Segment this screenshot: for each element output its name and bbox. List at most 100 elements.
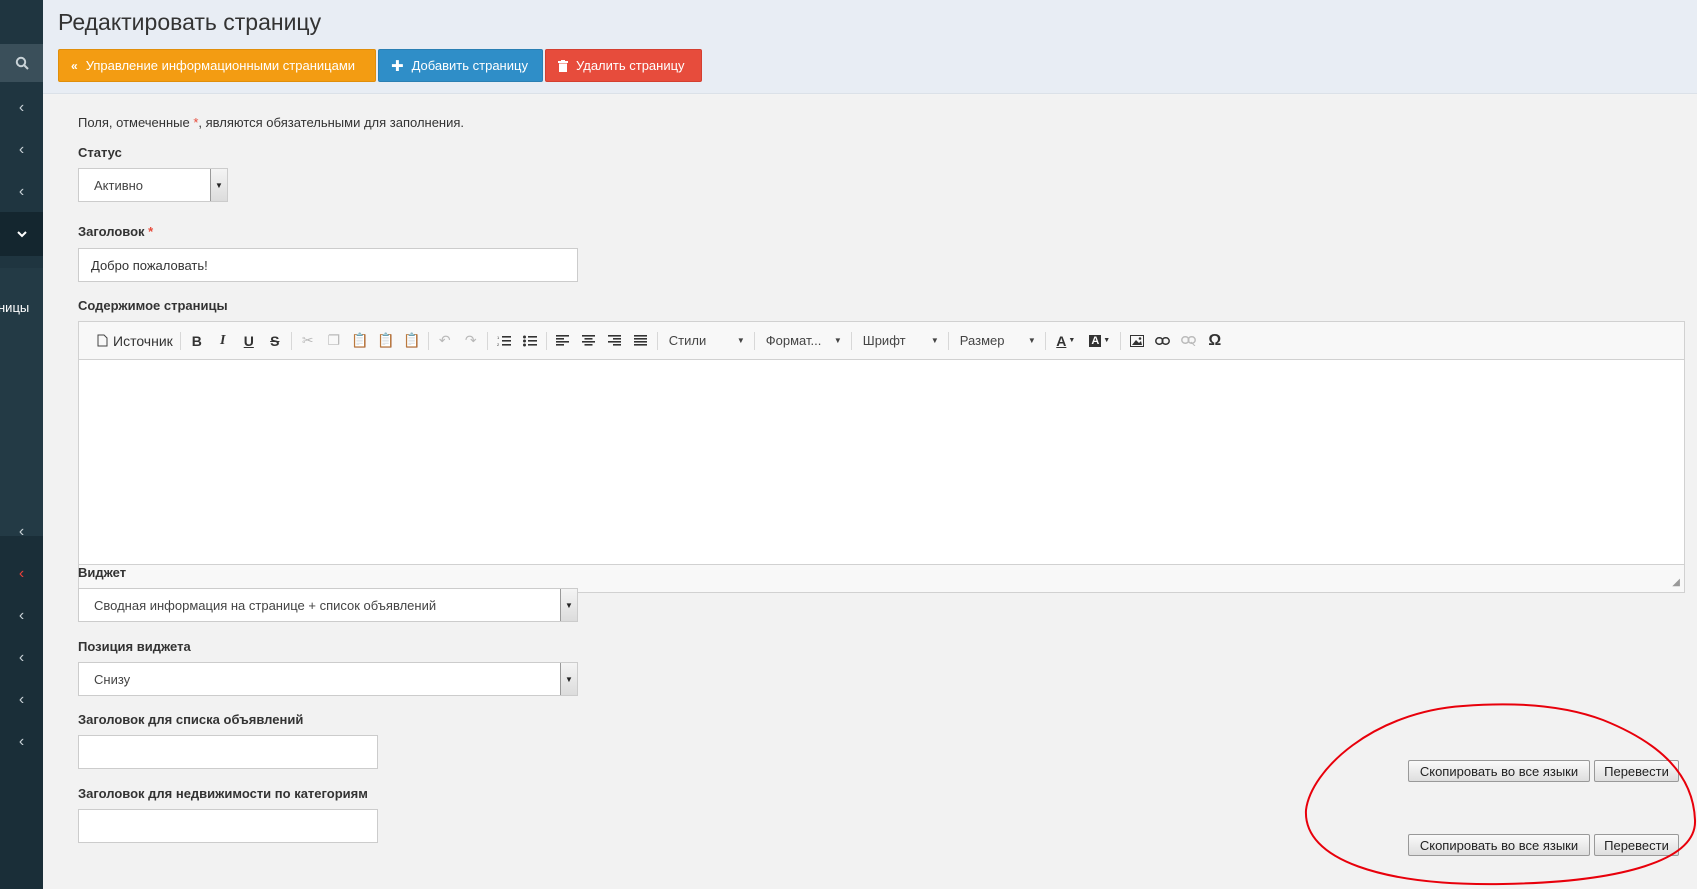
- toolbar-separator: [545, 331, 547, 350]
- paste-word-icon[interactable]: 📋: [399, 328, 425, 354]
- dropdown-arrow-icon: ▼: [560, 589, 577, 621]
- editor-toolbar: Источник B I U S ✂ ❐ 📋 📋 📋 ↶ ↷ 12 Стили …: [79, 322, 1684, 360]
- search-icon: [15, 56, 29, 70]
- redo-icon[interactable]: ↷: [458, 328, 484, 354]
- title-label: Заголовок *: [78, 224, 154, 239]
- sidebar-item[interactable]: ‹: [0, 510, 43, 554]
- link-icon[interactable]: [1150, 328, 1176, 354]
- trash-icon: [558, 59, 568, 72]
- align-center-icon[interactable]: [576, 328, 602, 354]
- sidebar-search-button[interactable]: [0, 44, 43, 82]
- status-select[interactable]: Активно ▼: [78, 168, 228, 202]
- text-color-icon[interactable]: A ▼: [1049, 328, 1083, 354]
- font-label: Шрифт: [862, 333, 906, 348]
- sidebar-item[interactable]: ‹: [0, 128, 43, 172]
- sidebar-item-pages-label[interactable]: ницы: [0, 300, 29, 315]
- paste-icon[interactable]: 📋: [347, 328, 373, 354]
- image-icon[interactable]: [1124, 328, 1150, 354]
- toolbar-separator: [1044, 331, 1046, 350]
- sidebar-item-active[interactable]: [0, 212, 43, 256]
- caret-down-icon: ▼: [1027, 336, 1036, 345]
- chevron-left-icon: ‹: [18, 649, 25, 666]
- unlink-icon[interactable]: [1176, 328, 1202, 354]
- chevron-left-icon: ‹: [18, 141, 25, 158]
- align-left-icon[interactable]: [550, 328, 576, 354]
- toolbar-separator: [753, 331, 755, 350]
- delete-page-label: Удалить страницу: [576, 58, 685, 73]
- size-dropdown[interactable]: Размер ▼: [952, 328, 1042, 354]
- special-char-icon[interactable]: Ω: [1202, 328, 1228, 354]
- widget-position-label: Позиция виджета: [78, 639, 191, 654]
- dropdown-arrow-icon: ▼: [560, 663, 577, 695]
- ads-list-title-input[interactable]: [78, 735, 378, 769]
- sidebar-item[interactable]: ‹: [0, 170, 43, 214]
- delete-page-button[interactable]: Удалить страницу: [545, 49, 702, 82]
- sidebar-item[interactable]: ‹: [0, 594, 43, 638]
- toolbar-separator: [179, 331, 181, 350]
- realty-title-label: Заголовок для недвижимости по категориям: [78, 786, 368, 801]
- bold-icon[interactable]: B: [184, 328, 210, 354]
- sidebar-item[interactable]: ‹: [0, 86, 43, 130]
- ads-list-title-label: Заголовок для списка объявлений: [78, 712, 304, 727]
- styles-dropdown[interactable]: Стили ▼: [661, 328, 751, 354]
- numbered-list-icon[interactable]: 12: [491, 328, 517, 354]
- underline-icon[interactable]: U: [236, 328, 262, 354]
- sidebar-item[interactable]: ‹: [0, 678, 43, 722]
- toolbar-separator: [290, 331, 292, 350]
- chevron-left-icon: ‹: [18, 99, 25, 116]
- chevron-left-icon: ‹: [18, 691, 25, 708]
- widget-label: Виджет: [78, 565, 127, 580]
- styles-label: Стили: [668, 333, 707, 348]
- copy-icon[interactable]: ❐: [321, 328, 347, 354]
- rich-text-editor: Источник B I U S ✂ ❐ 📋 📋 📋 ↶ ↷ 12 Стили …: [78, 321, 1685, 593]
- widget-select[interactable]: Сводная информация на странице + список …: [78, 588, 578, 622]
- toolbar-separator: [1119, 331, 1121, 350]
- paste-text-icon[interactable]: 📋: [373, 328, 399, 354]
- chevron-left-icon: ‹: [18, 523, 25, 540]
- widget-position-select[interactable]: Снизу ▼: [78, 662, 578, 696]
- cut-icon[interactable]: ✂: [295, 328, 321, 354]
- add-page-button[interactable]: ✚ Добавить страницу: [378, 49, 543, 82]
- sidebar-item[interactable]: ‹: [0, 636, 43, 680]
- svg-text:2: 2: [497, 342, 500, 347]
- bulleted-list-icon[interactable]: [517, 328, 543, 354]
- source-label: Источник: [113, 332, 173, 349]
- chevron-left-icon: ‹: [18, 565, 25, 582]
- background-color-icon[interactable]: A ▼: [1083, 328, 1117, 354]
- toolbar-separator: [427, 331, 429, 350]
- required-note: Поля, отмеченные *, являются обязательны…: [78, 115, 465, 130]
- title-input-value: Добро пожаловать!: [91, 257, 208, 273]
- caret-down-icon: ▼: [833, 336, 842, 345]
- chevron-down-icon: [16, 231, 27, 238]
- double-chevron-left-icon: «: [71, 58, 78, 73]
- resize-handle-icon[interactable]: ◢: [1672, 577, 1680, 588]
- sidebar-item[interactable]: ‹: [0, 720, 43, 764]
- size-label: Размер: [959, 333, 1005, 348]
- chevron-left-icon: ‹: [18, 183, 25, 200]
- sidebar: ‹ ‹ ‹ ницы ‹ ‹ ‹ ‹ ‹ ‹: [0, 0, 43, 889]
- align-justify-icon[interactable]: [628, 328, 654, 354]
- font-dropdown[interactable]: Шрифт ▼: [855, 328, 945, 354]
- realty-title-input[interactable]: [78, 809, 378, 843]
- source-button[interactable]: Источник: [93, 328, 177, 354]
- page-title: Редактировать страницу: [58, 9, 322, 35]
- content-label: Содержимое страницы: [78, 298, 228, 313]
- format-label: Формат...: [765, 333, 822, 348]
- undo-icon[interactable]: ↶: [432, 328, 458, 354]
- sidebar-item[interactable]: ‹: [0, 552, 43, 596]
- align-right-icon[interactable]: [602, 328, 628, 354]
- toolbar-separator: [850, 331, 852, 350]
- manage-pages-button[interactable]: « Управление информационными страницами: [58, 49, 376, 82]
- widget-value: Сводная информация на странице + список …: [94, 597, 437, 613]
- format-dropdown[interactable]: Формат... ▼: [758, 328, 848, 354]
- toolbar-separator: [486, 331, 488, 350]
- svg-text:1: 1: [497, 335, 500, 340]
- page-header: Редактировать страницу « Управление инфо…: [43, 0, 1697, 94]
- add-page-label: Добавить страницу: [411, 58, 528, 73]
- title-input[interactable]: Добро пожаловать!: [78, 248, 578, 282]
- strikethrough-icon[interactable]: S: [262, 328, 288, 354]
- italic-icon[interactable]: I: [210, 328, 236, 354]
- dropdown-arrow-icon: ▼: [210, 169, 227, 201]
- editor-content-area[interactable]: [79, 361, 1684, 564]
- status-value: Активно: [94, 177, 144, 193]
